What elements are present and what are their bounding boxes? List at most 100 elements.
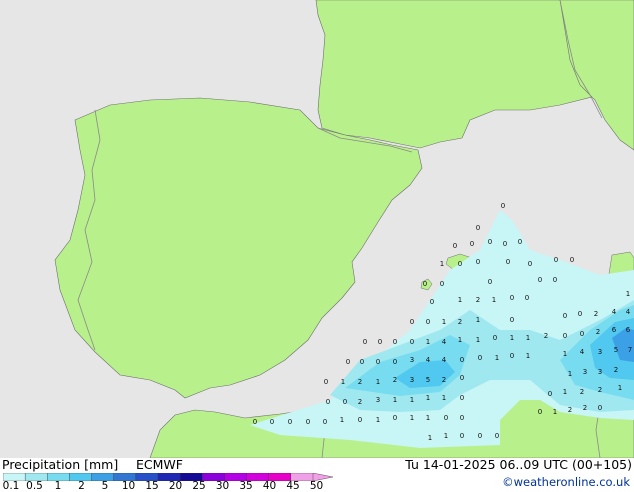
svg-text:0: 0 <box>478 432 482 440</box>
svg-text:1: 1 <box>568 370 572 378</box>
svg-text:0: 0 <box>376 358 380 366</box>
svg-text:0: 0 <box>510 316 514 324</box>
svg-text:1: 1 <box>553 408 557 416</box>
svg-text:1: 1 <box>440 260 444 268</box>
svg-text:0: 0 <box>548 390 552 398</box>
svg-text:6: 6 <box>612 326 617 334</box>
svg-text:0: 0 <box>346 358 350 366</box>
svg-text:3: 3 <box>410 376 414 384</box>
svg-text:1: 1 <box>495 354 499 362</box>
credit-link[interactable]: ©weatheronline.co.uk <box>502 475 630 489</box>
svg-text:1: 1 <box>492 296 496 304</box>
svg-text:0: 0 <box>453 242 457 250</box>
svg-text:5: 5 <box>426 376 430 384</box>
svg-text:0: 0 <box>393 358 397 366</box>
svg-text:2: 2 <box>358 398 362 406</box>
svg-text:0: 0 <box>288 418 292 426</box>
svg-text:0: 0 <box>343 398 347 406</box>
svg-text:0: 0 <box>506 258 510 266</box>
svg-text:4: 4 <box>580 348 585 356</box>
svg-text:1: 1 <box>563 388 567 396</box>
svg-text:2: 2 <box>594 310 598 318</box>
svg-text:1: 1 <box>458 296 462 304</box>
svg-text:0: 0 <box>578 310 582 318</box>
svg-text:1: 1 <box>341 378 345 386</box>
svg-text:2: 2 <box>596 328 600 336</box>
svg-text:1: 1 <box>618 384 622 392</box>
svg-text:0: 0 <box>358 416 362 424</box>
svg-text:4: 4 <box>442 338 447 346</box>
svg-text:1: 1 <box>376 378 380 386</box>
svg-text:0: 0 <box>410 318 414 326</box>
svg-text:2: 2 <box>476 296 480 304</box>
svg-text:0: 0 <box>503 240 507 248</box>
svg-text:0: 0 <box>460 432 464 440</box>
svg-text:0: 0 <box>518 238 522 246</box>
svg-text:0: 0 <box>460 414 464 422</box>
svg-text:1: 1 <box>410 414 414 422</box>
svg-text:1: 1 <box>426 338 430 346</box>
svg-text:0: 0 <box>476 224 480 232</box>
svg-text:0: 0 <box>528 260 532 268</box>
svg-text:0: 0 <box>510 352 514 360</box>
svg-text:2: 2 <box>598 386 602 394</box>
svg-text:0: 0 <box>426 318 430 326</box>
svg-text:3: 3 <box>598 368 602 376</box>
svg-text:0: 0 <box>458 260 462 268</box>
svg-text:0: 0 <box>554 256 558 264</box>
valid-time: Tu 14-01-2025 06..09 UTC (00+105) <box>405 457 632 472</box>
svg-text:0: 0 <box>476 258 480 266</box>
svg-text:1: 1 <box>563 350 567 358</box>
svg-text:2: 2 <box>583 404 587 412</box>
svg-text:0: 0 <box>430 298 434 306</box>
svg-text:0: 0 <box>393 414 397 422</box>
svg-text:3: 3 <box>376 396 380 404</box>
svg-text:0: 0 <box>488 278 492 286</box>
svg-text:0: 0 <box>598 404 602 412</box>
svg-text:1: 1 <box>442 394 446 402</box>
svg-text:0: 0 <box>444 414 448 422</box>
svg-text:0: 0 <box>488 238 492 246</box>
svg-text:1: 1 <box>442 318 446 326</box>
svg-text:1: 1 <box>376 416 380 424</box>
svg-text:0: 0 <box>270 418 274 426</box>
svg-text:0: 0 <box>510 294 514 302</box>
svg-text:0: 0 <box>323 418 327 426</box>
svg-text:3: 3 <box>598 348 602 356</box>
svg-text:0: 0 <box>460 356 464 364</box>
svg-text:1: 1 <box>526 352 530 360</box>
svg-text:0: 0 <box>553 276 557 284</box>
svg-text:2: 2 <box>458 318 462 326</box>
svg-text:0: 0 <box>470 240 474 248</box>
svg-text:0: 0 <box>493 334 497 342</box>
svg-text:0: 0 <box>538 276 542 284</box>
svg-text:0: 0 <box>253 418 257 426</box>
svg-text:0: 0 <box>393 338 397 346</box>
svg-text:5: 5 <box>614 346 618 354</box>
svg-text:0: 0 <box>460 394 464 402</box>
svg-text:0: 0 <box>410 338 414 346</box>
precipitation-map: 0 0 0 0 0 0 0 1 0 0 0 0 0 0 0 0 0 0 0 0 … <box>0 0 634 458</box>
legend-bar: Precipitation [mm] ECMWF Tu 14-01-2025 0… <box>0 457 634 491</box>
svg-text:1: 1 <box>428 434 432 442</box>
svg-text:4: 4 <box>442 356 447 364</box>
svg-text:0: 0 <box>478 354 482 362</box>
svg-text:0: 0 <box>423 280 427 288</box>
svg-text:0: 0 <box>563 312 567 320</box>
svg-text:3: 3 <box>410 356 414 364</box>
svg-text:0: 0 <box>378 338 382 346</box>
svg-text:2: 2 <box>544 332 548 340</box>
svg-text:1: 1 <box>458 336 462 344</box>
svg-text:0: 0 <box>306 418 310 426</box>
svg-text:4: 4 <box>426 356 431 364</box>
svg-text:0: 0 <box>460 374 464 382</box>
svg-text:3: 3 <box>583 368 587 376</box>
svg-text:4: 4 <box>612 308 617 316</box>
svg-text:1: 1 <box>410 396 414 404</box>
svg-text:0: 0 <box>326 398 330 406</box>
svg-text:1: 1 <box>444 432 448 440</box>
svg-text:0: 0 <box>501 202 505 210</box>
svg-text:2: 2 <box>580 388 584 396</box>
svg-text:2: 2 <box>614 366 618 374</box>
svg-text:1: 1 <box>426 414 430 422</box>
